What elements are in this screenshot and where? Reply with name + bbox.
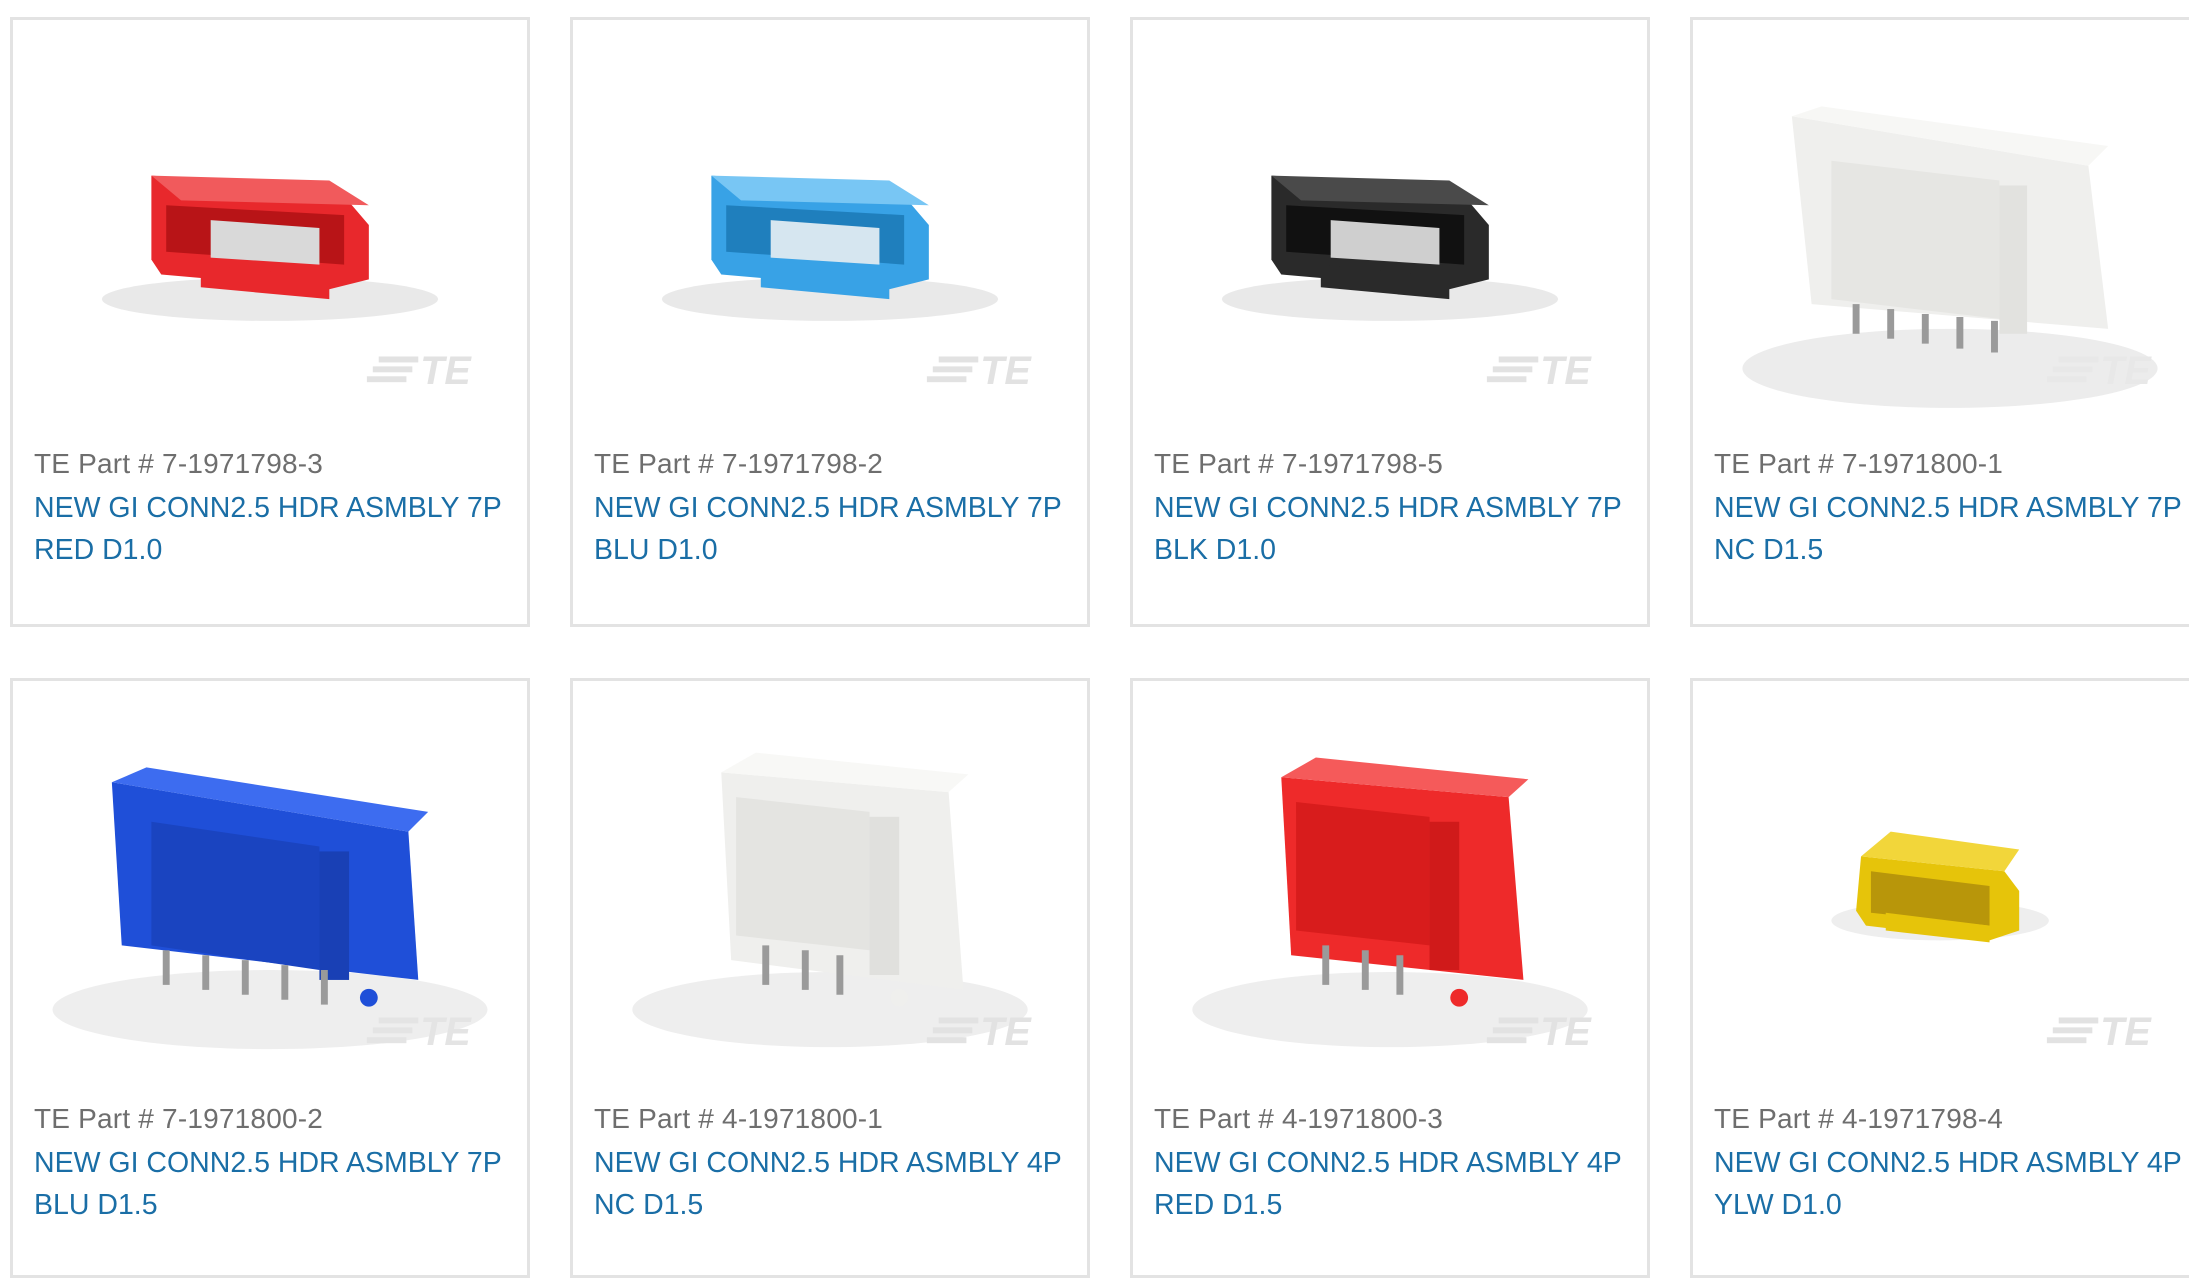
product-image[interactable]: TE [1133,681,1647,1096]
connector-red-icon: TE [101,175,472,393]
product-title-link[interactable]: NEW GI CONN2.5 HDR ASMBLY 7P BLK D1.0 [1154,487,1641,571]
part-number: TE Part # 4-1971800-3 [1154,1103,1444,1134]
te-logo-watermark: TE [1486,349,1592,393]
product-title-link[interactable]: NEW GI CONN2.5 HDR ASMBLY 4P NC D1.5 [594,1142,1081,1226]
product-card[interactable]: TE TE Part # 7-1971800-1 NEW GI CONN2.5 … [1690,17,2189,627]
product-image[interactable]: TE [573,681,1087,1096]
part-number: TE Part # 7-1971798-3 [34,448,324,479]
product-image[interactable]: TE [1693,20,2189,435]
product-card[interactable]: TE TE Part # 7-1971798-3 NEW GI CONN2.5 … [10,17,530,627]
part-number: TE Part # 7-1971798-2 [594,448,884,479]
svg-text:TE: TE [1540,349,1592,393]
part-number: TE Part # 4-1971800-1 [594,1103,884,1134]
product-title-link[interactable]: NEW GI CONN2.5 HDR ASMBLY 4P YLW D1.0 [1714,1142,2189,1226]
connector-black-icon: TE [1221,175,1592,393]
svg-text:TE: TE [420,1010,472,1054]
product-title-link[interactable]: NEW GI CONN2.5 HDR ASMBLY 4P RED D1.5 [1154,1142,1641,1226]
product-title-link[interactable]: NEW GI CONN2.5 HDR ASMBLY 7P RED D1.0 [34,487,521,571]
product-image[interactable]: TE [573,20,1087,435]
product-card[interactable]: TE TE Part # 7-1971798-5 NEW GI CONN2.5 … [1130,17,1650,627]
te-logo-watermark: TE [926,349,1032,393]
product-image[interactable]: TE [13,20,527,435]
part-number: TE Part # 7-1971798-5 [1154,448,1444,479]
part-number: TE Part # 7-1971800-2 [34,1103,324,1134]
connector-natural-icon: TE [632,752,1032,1054]
svg-text:TE: TE [980,349,1032,393]
product-image[interactable]: TE [1133,20,1647,435]
product-card[interactable]: TE TE Part # 4-1971800-3 NEW GI CONN2.5 … [1130,678,1650,1278]
svg-text:TE: TE [980,1010,1032,1054]
product-title-link[interactable]: NEW GI CONN2.5 HDR ASMBLY 7P BLU D1.0 [594,487,1081,571]
connector-yellow-icon: TE [1831,831,2152,1054]
product-image[interactable]: TE [1693,681,2189,1096]
product-card[interactable]: TE TE Part # 7-1971798-2 NEW GI CONN2.5 … [570,17,1090,627]
connector-light-blue-icon: TE [661,175,1032,393]
product-title-link[interactable]: NEW GI CONN2.5 HDR ASMBLY 7P BLU D1.5 [34,1142,521,1226]
te-logo-watermark: TE [2046,1010,2152,1054]
svg-text:TE: TE [2100,1010,2152,1054]
svg-text:TE: TE [2100,349,2152,393]
product-title-link[interactable]: NEW GI CONN2.5 HDR ASMBLY 7P NC D1.5 [1714,487,2189,571]
part-number: TE Part # 4-1971798-4 [1714,1103,2004,1134]
connector-red-icon: TE [1192,757,1592,1054]
svg-text:TE: TE [420,349,472,393]
connector-blue-icon: TE [52,767,488,1054]
product-grid: TE TE Part # 7-1971798-3 NEW GI CONN2.5 … [0,0,2189,1278]
svg-text:TE: TE [1540,1010,1592,1054]
connector-natural-icon: TE [1742,106,2158,408]
product-card[interactable]: TE TE Part # 7-1971800-2 NEW GI CONN2.5 … [10,678,530,1278]
product-card[interactable]: TE TE Part # 4-1971800-1 NEW GI CONN2.5 … [570,678,1090,1278]
part-number: TE Part # 7-1971800-1 [1714,448,2004,479]
product-card[interactable]: TE TE Part # 4-1971798-4 NEW GI CONN2.5 … [1690,678,2189,1278]
te-logo-watermark: TE [366,349,472,393]
product-image[interactable]: TE [13,681,527,1096]
